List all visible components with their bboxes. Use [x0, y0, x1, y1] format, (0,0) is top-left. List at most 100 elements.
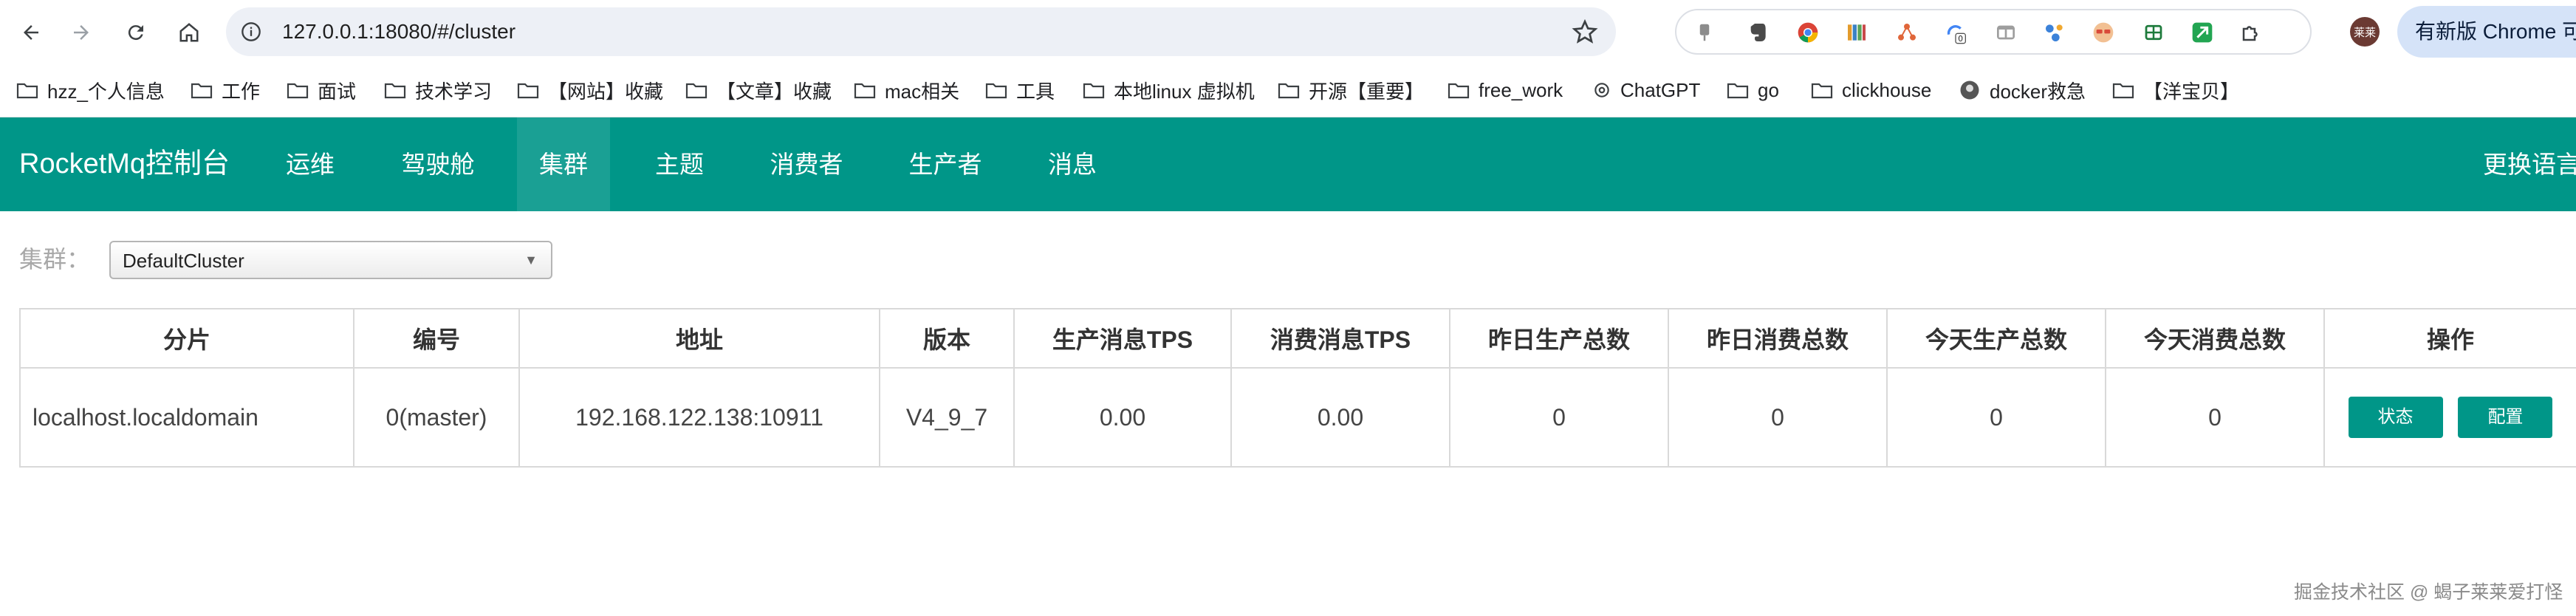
folder-icon [985, 83, 1007, 99]
sync-badge-icon[interactable]: 0 [1942, 19, 1969, 46]
nav-topic[interactable]: 主题 [637, 117, 722, 211]
bookmark-item[interactable]: 技术学习 [384, 64, 492, 117]
cell-version: V4_9_7 [879, 367, 1015, 468]
folder-icon [517, 83, 539, 99]
nav-ops[interactable]: 运维 [267, 117, 353, 211]
folder-icon [1727, 83, 1749, 99]
bookmark-item[interactable]: go [1727, 64, 1779, 117]
reload-button[interactable] [118, 15, 154, 50]
nav-consumer[interactable]: 消费者 [761, 117, 852, 211]
col-header: 生产消息TPS [1013, 308, 1232, 369]
bookmark-item[interactable]: free_work [1448, 64, 1563, 117]
change-language-button[interactable]: 更换语言 [2483, 117, 2576, 211]
svg-text:0: 0 [1958, 34, 1963, 44]
nav-dashboard[interactable]: 驾驶舱 [391, 117, 484, 211]
bookmark-item[interactable]: 【洋宝贝】 [2112, 64, 2239, 117]
app-brand[interactable]: RocketMq控制台 [19, 117, 230, 211]
cell-id: 0(master) [353, 367, 520, 468]
bookmark-label: mac相关 [885, 80, 960, 103]
bookmark-item[interactable]: 【网站】收藏 [517, 64, 663, 117]
chrome-logo-icon[interactable] [1795, 19, 1821, 46]
nav-message[interactable]: 消息 [1030, 117, 1115, 211]
bookmark-label: 本地linux 虚拟机 [1114, 80, 1255, 103]
arrow-app-icon[interactable] [2189, 19, 2216, 46]
home-icon [179, 23, 199, 42]
bookmark-item[interactable]: 工作 [191, 64, 260, 117]
watermark: 掘金技术社区 @ 蝎子莱莱爱打怪 [2294, 582, 2563, 603]
bookmark-item[interactable]: 面试 [287, 64, 356, 117]
puzzle-icon[interactable] [2238, 19, 2264, 46]
cell-today-produce: 0 [1886, 367, 2106, 468]
bookmark-item[interactable]: clickhouse [1811, 64, 1931, 117]
back-arrow-icon [24, 25, 38, 40]
folder-icon [2112, 83, 2134, 99]
avatar-face-icon[interactable] [2090, 19, 2117, 46]
folder-icon [1278, 83, 1300, 99]
cluster-label: 集群： [19, 246, 91, 273]
cell-today-consume: 0 [2105, 367, 2325, 468]
share-icon[interactable] [2041, 19, 2068, 46]
chrome-update-button[interactable]: 有新版 Chrome 可用 [2397, 6, 2576, 58]
cluster-select[interactable]: DefaultCluster ▼ [109, 241, 552, 279]
bookmark-item[interactable]: hzz_个人信息 [16, 64, 165, 117]
profile-avatar[interactable]: 莱莱 [2350, 17, 2380, 47]
cell-produce-tps: 0.00 [1013, 367, 1232, 468]
site-info-icon[interactable] [241, 21, 261, 42]
folder-icon [287, 83, 309, 99]
bookmark-star-icon[interactable] [1572, 18, 1598, 45]
col-header: 分片 [19, 308, 354, 369]
network-icon[interactable] [1894, 19, 1920, 46]
broker-table: 分片 编号 地址 版本 生产消息TPS 消费消息TPS 昨日生产总数 昨日消费总… [19, 308, 2576, 468]
books-icon[interactable] [1843, 19, 1870, 46]
url-text[interactable]: 127.0.0.1:18080/#/cluster [282, 7, 515, 56]
dropdown-arrow-icon: ▼ [524, 253, 538, 267]
cell-actions: 状态 配置 [2323, 367, 2576, 468]
bookmark-label: 工具 [1016, 80, 1055, 103]
config-button[interactable]: 配置 [2458, 397, 2553, 438]
bookmark-label: 技术学习 [415, 80, 493, 103]
bookmark-item[interactable]: 本地linux 虚拟机 [1083, 64, 1255, 117]
bookmark-label: ChatGPT [1620, 78, 1701, 101]
bookmark-label: 工作 [222, 80, 261, 103]
col-header: 消费消息TPS [1230, 308, 1450, 369]
table-row: localhost.localdomain 0(master) 192.168.… [19, 367, 2576, 468]
nav-cluster[interactable]: 集群 [517, 117, 610, 211]
col-header: 编号 [353, 308, 520, 369]
home-button[interactable] [171, 15, 207, 50]
nav-producer[interactable]: 生产者 [900, 117, 991, 211]
folder-icon [191, 83, 213, 99]
bookmark-item[interactable]: docker救急 [1959, 64, 2086, 117]
folder-icon [384, 83, 406, 99]
grid-icon[interactable] [2140, 19, 2167, 46]
bookmark-label: hzz_个人信息 [47, 80, 165, 103]
folder-icon [16, 83, 38, 99]
openai-icon [1594, 83, 1609, 97]
col-header: 版本 [879, 308, 1015, 369]
folder-icon [1811, 83, 1833, 99]
status-button[interactable]: 状态 [2348, 397, 2443, 438]
cell-shard: localhost.localdomain [19, 367, 354, 468]
forward-button[interactable] [64, 15, 99, 50]
bookmark-item[interactable]: 工具 [985, 64, 1055, 117]
cluster-select-value: DefaultCluster [123, 250, 244, 272]
tab-icon[interactable] [1993, 19, 2019, 46]
folder-icon [1083, 83, 1105, 99]
folder-icon [685, 83, 708, 99]
browser-toolbar: 127.0.0.1:18080/#/cluster 0 莱莱 有新版 Chrom… [0, 0, 2576, 64]
bookmark-item[interactable]: ChatGPT [1592, 64, 1700, 117]
back-button[interactable] [13, 15, 49, 50]
bookmark-label: 开源【重要】 [1309, 80, 1425, 103]
folder-icon [854, 83, 876, 99]
pin-icon[interactable] [1691, 19, 1718, 46]
bookmark-item[interactable]: mac相关 [854, 64, 959, 117]
table-header-row: 分片 编号 地址 版本 生产消息TPS 消费消息TPS 昨日生产总数 昨日消费总… [19, 308, 2576, 369]
cell-address: 192.168.122.138:10911 [518, 367, 880, 468]
bookmark-label: 【洋宝贝】 [2143, 80, 2240, 103]
bookmark-label: free_work [1479, 78, 1563, 101]
col-header: 操作 [2323, 308, 2576, 369]
cell-yesterday-produce: 0 [1449, 367, 1669, 468]
bookmark-item[interactable]: 【文章】收藏 [685, 64, 832, 117]
address-bar[interactable]: 127.0.0.1:18080/#/cluster [226, 7, 1616, 56]
evernote-icon[interactable] [1744, 19, 1771, 46]
bookmark-item[interactable]: 开源【重要】 [1278, 64, 1424, 117]
